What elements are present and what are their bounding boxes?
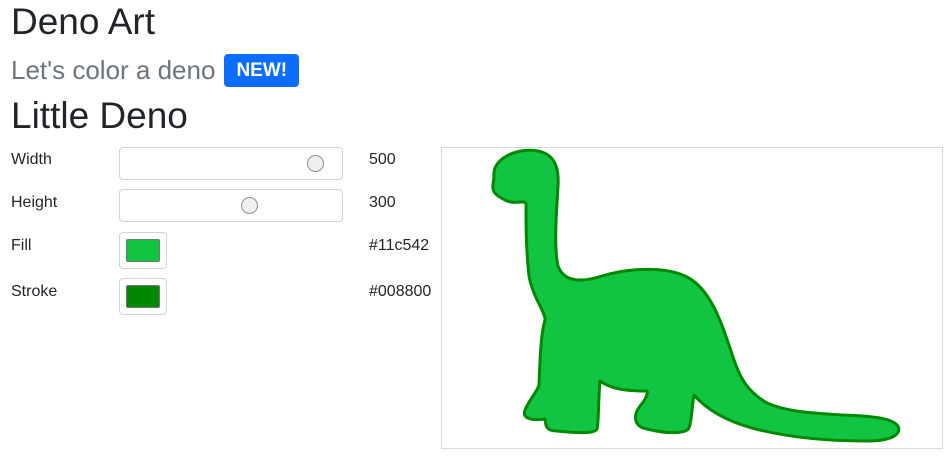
height-slider-thumb[interactable] xyxy=(241,197,258,214)
dinosaur-icon xyxy=(491,148,901,443)
fill-color-swatch[interactable] xyxy=(126,239,160,262)
stroke-color-picker[interactable] xyxy=(119,278,167,315)
dinosaur-silhouette xyxy=(491,148,901,443)
fill-label: Fill xyxy=(11,237,32,254)
fill-color-picker[interactable] xyxy=(119,232,167,269)
new-badge: NEW! xyxy=(224,53,300,87)
width-value: 500 xyxy=(369,151,396,168)
width-label: Width xyxy=(11,151,52,168)
deno-canvas xyxy=(441,147,943,449)
stroke-color-swatch[interactable] xyxy=(126,285,160,308)
stroke-value: #008800 xyxy=(369,283,432,300)
fill-value: #11c542 xyxy=(369,237,430,254)
app-title: Deno Art xyxy=(11,1,155,42)
height-label: Height xyxy=(11,194,58,211)
height-value: 300 xyxy=(369,194,396,211)
width-slider[interactable] xyxy=(119,147,343,180)
width-slider-thumb[interactable] xyxy=(307,155,324,172)
section-title: Little Deno xyxy=(11,95,188,136)
stroke-label: Stroke xyxy=(11,283,58,300)
subtitle-row: Let's color a deno NEW! xyxy=(11,52,300,88)
subtitle: Let's color a deno xyxy=(11,55,216,85)
deno-art-page: Deno Art Let's color a deno NEW! Little … xyxy=(0,0,948,457)
height-slider[interactable] xyxy=(119,189,343,222)
